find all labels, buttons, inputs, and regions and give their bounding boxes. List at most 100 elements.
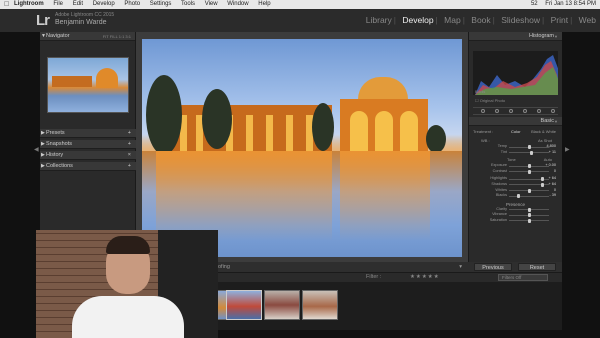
navigator-header[interactable]: ▼ Navigator FIT FILL 1:1 3:1 xyxy=(40,32,135,41)
menu-photo[interactable]: Photo xyxy=(124,1,140,7)
adjustment-brush-icon[interactable] xyxy=(551,109,555,113)
tint-value[interactable]: + 11 xyxy=(549,150,556,154)
histogram-header[interactable]: Histogram ▼ xyxy=(469,32,562,41)
tint-slider[interactable]: Tint + 11 xyxy=(473,150,558,156)
add-preset-icon[interactable]: + xyxy=(128,129,131,138)
temp-label: Temp xyxy=(497,144,507,148)
menu-window[interactable]: Window xyxy=(227,1,248,7)
treatment-color[interactable]: Color xyxy=(511,129,521,134)
slider-knob[interactable] xyxy=(517,194,520,199)
menu-file[interactable]: File xyxy=(53,1,63,7)
toolbar-label[interactable]: ofing xyxy=(218,262,230,272)
radial-filter-icon[interactable] xyxy=(537,109,541,113)
rating-filter-icon[interactable]: ★★★★★ xyxy=(410,273,440,282)
slider-knob[interactable] xyxy=(528,218,531,223)
status-count[interactable]: 52 xyxy=(531,1,538,7)
graduated-filter-icon[interactable] xyxy=(523,109,527,113)
menu-help[interactable]: Help xyxy=(258,1,270,7)
add-collection-icon[interactable]: + xyxy=(128,162,131,171)
spot-removal-icon[interactable] xyxy=(495,109,499,113)
module-develop[interactable]: Develop xyxy=(402,15,433,25)
shadows-value[interactable]: + 64 xyxy=(549,182,557,186)
blacks-label: Blacks xyxy=(495,193,507,198)
whites-label: Whites xyxy=(495,187,507,192)
basic-header[interactable]: Basic ▼ xyxy=(469,117,562,126)
clear-history-icon[interactable]: × xyxy=(128,151,131,160)
blacks-slider[interactable]: Blacks - 39 xyxy=(473,193,558,199)
zoom-options[interactable]: FIT FILL 1:1 3:1 xyxy=(103,32,131,41)
apple-icon[interactable]:  xyxy=(4,0,9,9)
slider-knob[interactable] xyxy=(528,213,531,218)
slider-knob[interactable] xyxy=(541,182,544,187)
reset-button[interactable]: Reset xyxy=(518,263,556,271)
module-web[interactable]: Web xyxy=(579,15,596,25)
menu-view[interactable]: View xyxy=(205,1,218,7)
original-photo-checkbox[interactable]: ☐ Original Photo xyxy=(475,98,562,103)
slider-track[interactable] xyxy=(509,195,549,197)
treatment-bw[interactable]: Black & White xyxy=(531,129,556,134)
slider-knob[interactable] xyxy=(528,207,531,212)
tint-label: Tint xyxy=(500,149,507,154)
slider-knob[interactable] xyxy=(528,145,531,149)
photo-rotunda xyxy=(336,77,432,151)
add-snapshot-icon[interactable]: + xyxy=(128,140,131,149)
photo-tree xyxy=(426,125,446,153)
menu-lightroom[interactable]: Lightroom xyxy=(14,1,44,7)
slider-track[interactable] xyxy=(509,152,549,154)
filmstrip-thumbnail[interactable] xyxy=(226,290,262,320)
treatment-row: Treatment : Color Black & White xyxy=(473,129,558,136)
menu-settings[interactable]: Settings xyxy=(150,1,172,7)
slider-knob[interactable] xyxy=(530,150,533,155)
navigator-preview[interactable] xyxy=(47,57,129,113)
wb-value[interactable]: As Shot xyxy=(538,138,552,143)
collections-header[interactable]: ▶ Collections + xyxy=(40,162,136,171)
mac-menu-bar:  Lightroom File Edit Develop Photo Sett… xyxy=(0,0,600,9)
histogram[interactable]: Blacks xyxy=(473,51,558,95)
highlights-value[interactable]: + 64 xyxy=(549,176,557,180)
exposure-label: Exposure xyxy=(490,163,507,168)
exposure-value[interactable]: + 0.00 xyxy=(545,163,556,167)
menu-status-area: 52 Fri Jan 13 8:54 PM xyxy=(525,0,596,9)
slider-knob[interactable] xyxy=(528,164,531,169)
contrast-slider[interactable]: Contrast 0 xyxy=(473,169,558,175)
expand-triangle-icon: ▶ xyxy=(41,141,45,147)
menu-tools[interactable]: Tools xyxy=(181,1,195,7)
contrast-value[interactable]: 0 xyxy=(554,169,556,173)
presets-header[interactable]: ▶ Presets + xyxy=(40,129,136,138)
saturation-slider[interactable]: Saturation xyxy=(473,218,558,224)
module-slideshow[interactable]: Slideshow xyxy=(501,15,540,25)
module-book[interactable]: Book xyxy=(471,15,490,25)
rotunda-arch xyxy=(400,111,418,151)
toolbar-menu-icon[interactable]: ▾ xyxy=(459,262,462,272)
presenter-video xyxy=(36,230,218,338)
status-clock[interactable]: Fri Jan 13 8:54 PM xyxy=(545,1,596,7)
slider-knob[interactable] xyxy=(528,188,531,193)
slider-knob[interactable] xyxy=(528,169,531,174)
photo-tree xyxy=(202,89,232,149)
previous-button[interactable]: Previous xyxy=(474,263,512,271)
left-panel-toggle-icon[interactable]: ◀ xyxy=(34,146,39,153)
develop-photo[interactable] xyxy=(142,39,462,257)
module-map[interactable]: Map xyxy=(444,15,461,25)
blacks-value[interactable]: - 39 xyxy=(549,193,556,197)
history-header[interactable]: ▶ History × xyxy=(40,151,136,160)
rotunda-arch xyxy=(350,111,368,151)
right-panel-toggle-icon[interactable]: ▶ xyxy=(565,146,570,153)
clarity-label: Clarity xyxy=(496,206,507,211)
menu-develop[interactable]: Develop xyxy=(93,1,115,7)
filmstrip-thumbnail[interactable] xyxy=(302,290,338,320)
menu-edit[interactable]: Edit xyxy=(73,1,83,7)
tone-auto[interactable]: Auto xyxy=(544,157,552,162)
red-eye-icon[interactable] xyxy=(509,109,513,113)
filmstrip-thumbnail[interactable] xyxy=(264,290,300,320)
whites-value[interactable]: 0 xyxy=(554,188,556,192)
vibrance-label: Vibrance xyxy=(492,212,507,217)
module-library[interactable]: Library xyxy=(366,15,392,25)
module-print[interactable]: Print xyxy=(551,15,568,25)
snapshots-header[interactable]: ▶ Snapshots + xyxy=(40,140,136,149)
slider-knob[interactable] xyxy=(541,177,544,182)
temp-value[interactable]: 4,800 xyxy=(546,144,556,148)
module-separator: | xyxy=(435,15,438,25)
filter-select[interactable]: Filters Off xyxy=(498,274,548,281)
crop-tool-icon[interactable] xyxy=(481,109,485,113)
